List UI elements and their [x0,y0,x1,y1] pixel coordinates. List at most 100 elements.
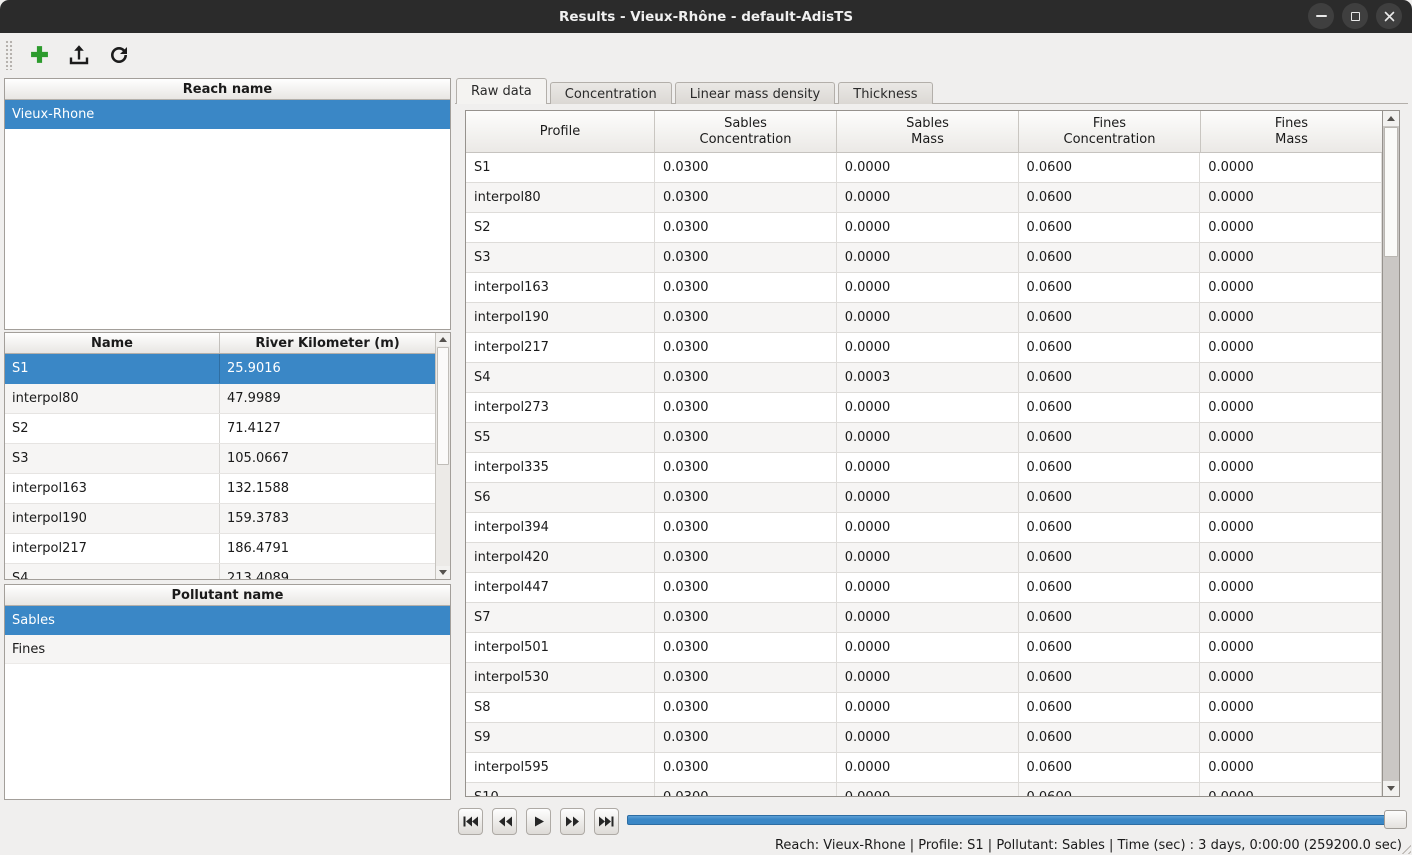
cell-value: 0.0300 [655,513,837,543]
cell-profile: interpol217 [466,333,655,363]
cell-profile: S3 [466,243,655,273]
column-header-river-kilometer[interactable]: River Kilometer (m) [220,333,435,353]
header-line2: Mass [911,132,944,148]
cell-value: 0.0000 [1200,273,1382,303]
pollutant-row[interactable]: Sables [5,606,450,635]
titlebar: Results - Vieux-Rhône - default-AdisTS [0,0,1412,33]
export-icon [67,43,91,67]
arrow-up-icon [439,337,447,342]
scrollbar-thumb[interactable] [437,347,449,465]
pollutant-row[interactable]: Fines [5,635,450,664]
seek-forward-button[interactable] [560,808,585,835]
tab-concentration[interactable]: Concentration [550,82,672,104]
table-row[interactable]: interpol1630.03000.00000.06000.0000 [466,273,1382,303]
window-title: Results - Vieux-Rhône - default-AdisTS [559,9,853,25]
export-button[interactable] [63,39,95,71]
tab-linear-mass-density[interactable]: Linear mass density [675,82,836,104]
table-row[interactable]: S50.03000.00000.06000.0000 [466,423,1382,453]
raw-data-table: ProfileSablesConcentrationSablesMassFine… [465,110,1400,797]
seek-backward-icon [498,816,512,827]
cell-profile: interpol335 [466,453,655,483]
cell-river-kilometer: 186.4791 [220,534,435,563]
raw-table-scrollbar[interactable] [1382,111,1399,796]
reach-table: Reach name Vieux-Rhone [4,78,451,330]
table-row[interactable]: interpol4200.03000.00000.06000.0000 [466,543,1382,573]
table-row[interactable]: interpol2170.03000.00000.06000.0000 [466,333,1382,363]
cell-value: 0.0600 [1019,423,1201,453]
add-button[interactable] [23,39,55,71]
scroll-down-button[interactable] [436,566,450,579]
statusbar: Reach: Vieux-Rhone | Profile: S1 | Pollu… [0,836,1412,855]
cell-value: 0.0000 [837,183,1019,213]
table-row[interactable]: interpol3350.03000.00000.06000.0000 [466,453,1382,483]
profile-row[interactable]: S4213.4089 [5,564,435,579]
cell-value: 0.0000 [1200,603,1382,633]
skip-backward-button[interactable] [458,808,483,835]
profile-row[interactable]: S3105.0667 [5,444,435,474]
maximize-button[interactable] [1342,3,1368,29]
cell-name: interpol217 [5,534,220,563]
table-row[interactable]: S90.03000.00000.06000.0000 [466,723,1382,753]
toolbar-grip[interactable] [5,40,13,70]
seek-backward-button[interactable] [492,808,517,835]
pollutant-table-header[interactable]: Pollutant name [5,585,450,606]
cell-value: 0.0300 [655,603,837,633]
profile-row[interactable]: interpol8047.9989 [5,384,435,414]
minimize-button[interactable] [1308,3,1334,29]
table-row[interactable]: interpol5010.03000.00000.06000.0000 [466,633,1382,663]
table-row[interactable]: interpol4470.03000.00000.06000.0000 [466,573,1382,603]
time-slider-track[interactable] [627,815,1405,825]
profile-row[interactable]: S125.9016 [5,354,435,384]
profile-row[interactable]: interpol190159.3783 [5,504,435,534]
skip-forward-button[interactable] [594,808,619,835]
cell-value: 0.0000 [1200,693,1382,723]
close-button[interactable] [1376,3,1402,29]
scroll-up-button[interactable] [1383,111,1399,126]
play-button[interactable] [526,808,551,835]
refresh-button[interactable] [103,39,135,71]
cell-value: 0.0300 [655,213,837,243]
cell-value: 0.0000 [1200,723,1382,753]
tab-thickness[interactable]: Thickness [838,82,932,104]
table-row[interactable]: interpol5300.03000.00000.06000.0000 [466,663,1382,693]
table-row[interactable]: S80.03000.00000.06000.0000 [466,693,1382,723]
cell-value: 0.0000 [1200,513,1382,543]
cell-value: 0.0300 [655,693,837,723]
table-row[interactable]: S30.03000.00000.06000.0000 [466,243,1382,273]
table-row[interactable]: S10.03000.00000.06000.0000 [466,153,1382,183]
table-row[interactable]: interpol5950.03000.00000.06000.0000 [466,753,1382,783]
column-header[interactable]: SablesMass [837,111,1019,152]
column-header[interactable]: Profile [466,111,655,152]
table-row[interactable]: interpol2730.03000.00000.06000.0000 [466,393,1382,423]
profile-row[interactable]: S271.4127 [5,414,435,444]
table-row[interactable]: S60.03000.00000.06000.0000 [466,483,1382,513]
column-header[interactable]: SablesConcentration [655,111,837,152]
cell-value: 0.0000 [1200,213,1382,243]
reach-row[interactable]: Vieux-Rhone [5,100,450,129]
profile-row[interactable]: interpol217186.4791 [5,534,435,564]
reach-table-header[interactable]: Reach name [5,79,450,100]
column-header[interactable]: FinesMass [1201,111,1382,152]
table-row[interactable]: S70.03000.00000.06000.0000 [466,603,1382,633]
time-slider-handle[interactable] [1384,810,1407,829]
cell-value: 0.0300 [655,573,837,603]
table-row[interactable]: interpol800.03000.00000.06000.0000 [466,183,1382,213]
cell-value: 0.0000 [837,273,1019,303]
profile-row[interactable]: interpol163132.1588 [5,474,435,504]
scrollbar-thumb[interactable] [1384,127,1398,257]
profile-table-scrollbar[interactable] [435,333,450,579]
scroll-down-button[interactable] [1383,781,1399,796]
column-header-name[interactable]: Name [5,333,220,353]
table-row[interactable]: interpol3940.03000.00000.06000.0000 [466,513,1382,543]
cell-value: 0.0300 [655,663,837,693]
raw-table-body: S10.03000.00000.06000.0000interpol800.03… [466,153,1382,796]
cell-profile: S1 [466,153,655,183]
tab-raw-data[interactable]: Raw data [456,78,547,104]
cell-value: 0.0600 [1019,513,1201,543]
table-row[interactable]: interpol1900.03000.00000.06000.0000 [466,303,1382,333]
table-row[interactable]: S40.03000.00030.06000.0000 [466,363,1382,393]
scroll-up-button[interactable] [436,333,450,346]
table-row[interactable]: S20.03000.00000.06000.0000 [466,213,1382,243]
table-row[interactable]: S100.03000.00000.06000.0000 [466,783,1382,796]
column-header[interactable]: FinesConcentration [1019,111,1201,152]
